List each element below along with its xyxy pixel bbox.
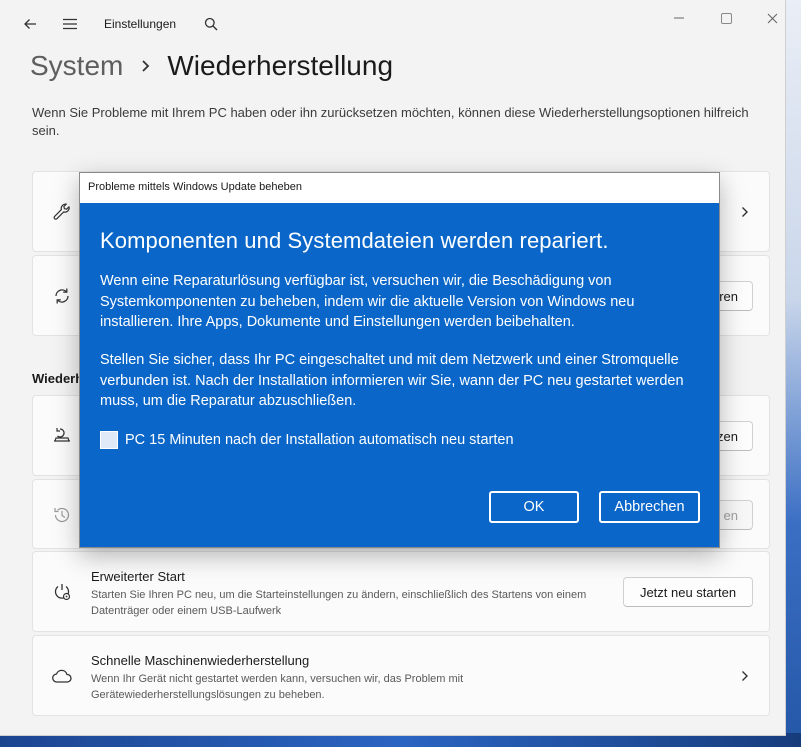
chevron-right-icon — [739, 206, 751, 218]
dialog-paragraph-1: Wenn eine Reparaturlösung verfügbar ist,… — [100, 273, 635, 330]
arrow-left-icon[interactable] — [20, 14, 40, 34]
cloud-icon — [51, 665, 73, 687]
intro-text: Wenn Sie Probleme mit Ihrem PC haben ode… — [32, 105, 749, 138]
card-description: Wenn Ihr Gerät nicht gestartet werden ka… — [91, 673, 464, 701]
settings-window: Einstellungen System Wiederherstellung W… — [0, 0, 786, 736]
refresh-icon — [51, 285, 73, 307]
dialog-title-bar: Probleme mittels Windows Update beheben — [80, 173, 719, 203]
page-title: Wiederherstellung — [167, 50, 394, 81]
breadcrumb: System Wiederherstellung — [30, 46, 393, 86]
card-advanced-startup: Erweiterter Start Starten Sie Ihren PC n… — [32, 551, 770, 632]
chevron-right-icon — [739, 670, 751, 682]
reset-pc-icon — [51, 425, 73, 447]
breadcrumb-parent-system[interactable]: System — [30, 50, 123, 82]
advanced-startup-icon — [51, 581, 73, 603]
auto-restart-label[interactable]: PC 15 Minuten nach der Installation auto… — [125, 432, 514, 448]
minimize-button[interactable] — [656, 8, 702, 28]
auto-restart-option[interactable]: PC 15 Minuten nach der Installation auto… — [100, 431, 514, 449]
app-title: Einstellungen — [104, 17, 177, 31]
restart-now-button[interactable]: Jetzt neu starten — [623, 577, 753, 607]
cancel-button[interactable]: Abbrechen — [599, 491, 700, 523]
title-bar: Einstellungen — [0, 0, 785, 48]
maximize-button[interactable] — [703, 8, 749, 28]
card-description: Starten Sie Ihren PC neu, um die Startei… — [91, 589, 587, 617]
auto-restart-checkbox[interactable] — [100, 431, 118, 449]
close-button[interactable] — [749, 8, 795, 28]
desktop-background-edge — [785, 0, 801, 747]
dialog-title: Probleme mittels Windows Update beheben — [88, 181, 303, 193]
dialog-heading: Komponenten und Systemdateien werden rep… — [100, 228, 609, 253]
card-quick-machine-recovery[interactable]: Schnelle Maschinenwiederherstellung Wenn… — [32, 635, 770, 716]
search-icon[interactable] — [201, 14, 221, 34]
hamburger-icon[interactable] — [60, 14, 80, 34]
ok-button[interactable]: OK — [489, 491, 579, 523]
dialog-paragraph-2: Stellen Sie sicher, dass Ihr PC eingesch… — [100, 352, 684, 409]
card-title: Schnelle Maschinenwiederherstellung — [91, 653, 310, 668]
card-title: Erweiterter Start — [91, 569, 185, 584]
wrench-icon — [51, 201, 73, 223]
repair-dialog: Probleme mittels Windows Update beheben … — [79, 172, 720, 548]
history-icon — [51, 504, 73, 526]
chevron-right-icon — [141, 59, 151, 73]
